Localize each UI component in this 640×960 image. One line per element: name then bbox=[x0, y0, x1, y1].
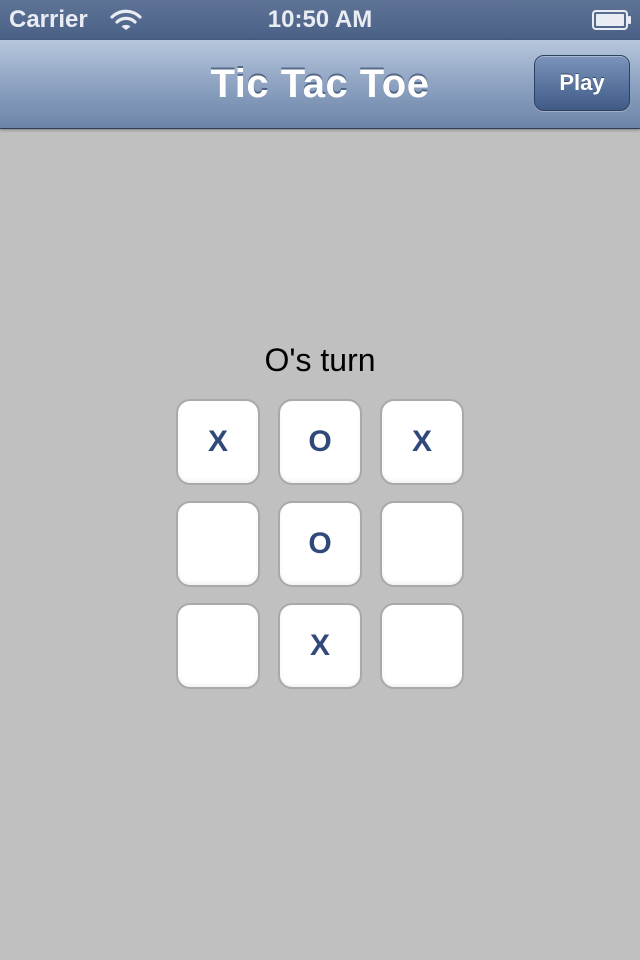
board-cell[interactable] bbox=[176, 603, 260, 689]
game-board: X O X O X bbox=[176, 399, 464, 689]
status-bar: Carrier 10:50 AM bbox=[0, 0, 640, 40]
clock: 10:50 AM bbox=[267, 6, 373, 33]
board-cell[interactable]: X bbox=[176, 399, 260, 485]
board-cell[interactable]: O bbox=[278, 399, 362, 485]
board-cell[interactable]: O bbox=[278, 501, 362, 587]
navigation-bar: Tic Tac Toe Play bbox=[0, 40, 640, 129]
board-cell[interactable] bbox=[380, 603, 464, 689]
board-cell[interactable]: X bbox=[380, 399, 464, 485]
play-button[interactable]: Play bbox=[534, 55, 630, 111]
board-cell[interactable] bbox=[380, 501, 464, 587]
page-title: Tic Tac Toe bbox=[210, 62, 430, 106]
board-cell[interactable]: X bbox=[278, 603, 362, 689]
board-cell[interactable] bbox=[176, 501, 260, 587]
turn-label: O's turn bbox=[264, 342, 376, 378]
